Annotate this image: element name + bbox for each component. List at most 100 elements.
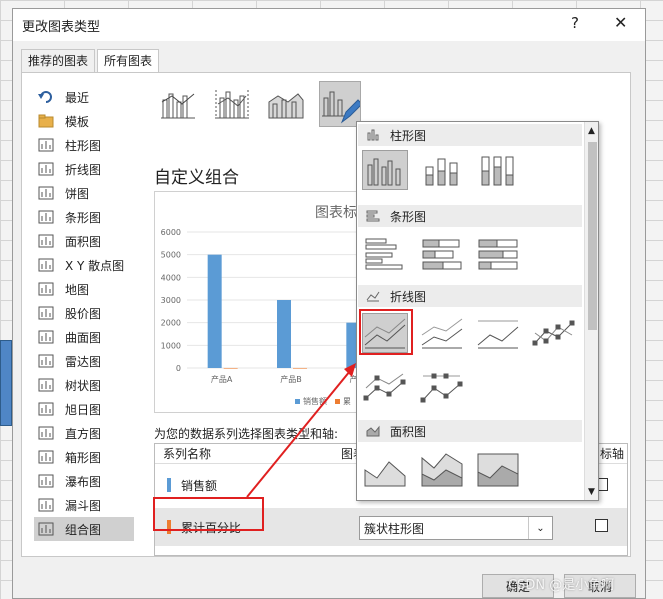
sidebar-item-label: 柱形图 bbox=[65, 138, 102, 153]
percent-stacked-bar-thumb[interactable] bbox=[475, 234, 521, 274]
column-chart-icon bbox=[367, 129, 379, 141]
histogram-chart-icon bbox=[37, 425, 55, 441]
series-name: 销售额 bbox=[181, 478, 218, 493]
sidebar-item-sunburst-chart[interactable]: 旭日图 bbox=[34, 397, 134, 421]
sidebar-item-label: 股价图 bbox=[65, 306, 102, 321]
combo-subtype-3[interactable] bbox=[265, 81, 307, 127]
sidebar-item-label: 直方图 bbox=[65, 426, 102, 441]
section-label: 柱形图 bbox=[390, 128, 427, 143]
funnel-chart-icon bbox=[37, 497, 55, 513]
clustered-bar-thumb[interactable] bbox=[362, 234, 408, 274]
sidebar-item-waterfall-chart[interactable]: 瀑布图 bbox=[34, 469, 134, 493]
sidebar-item-surface-chart[interactable]: 曲面图 bbox=[34, 325, 134, 349]
scatter-chart-icon bbox=[37, 257, 55, 273]
sidebar-item-label: 折线图 bbox=[65, 162, 102, 177]
sidebar-item-column-chart[interactable]: 柱形图 bbox=[34, 133, 134, 157]
sidebar-item-bar-chart[interactable]: 条形图 bbox=[34, 205, 134, 229]
sidebar-item-radar-chart[interactable]: 雷达图 bbox=[34, 349, 134, 373]
line-chart-icon bbox=[37, 161, 55, 177]
stacked-area-thumb[interactable] bbox=[419, 450, 465, 490]
sidebar-item-scatter-chart[interactable]: X Y 散点图 bbox=[34, 253, 134, 277]
stacked-column-thumb[interactable] bbox=[419, 150, 465, 190]
boxplot-chart-icon bbox=[37, 449, 55, 465]
percent-stacked-line-icon bbox=[477, 320, 519, 349]
y-tick-label: 4000 bbox=[161, 273, 181, 282]
sidebar-item-stock-chart[interactable]: 股价图 bbox=[34, 301, 134, 325]
close-button[interactable]: ✕ bbox=[614, 13, 627, 32]
combo-subtype-1[interactable] bbox=[157, 81, 199, 127]
chart-type-sidebar: 最近模板柱形图折线图饼图条形图 面积图 X Y 散点图 地图股价图曲面图雷达图树状图旭… bbox=[34, 85, 134, 541]
section-label: 折线图 bbox=[390, 289, 427, 304]
scrollbar-thumb[interactable] bbox=[588, 142, 597, 330]
tab-all-charts[interactable]: 所有图表 bbox=[97, 49, 160, 73]
clustered-column-line-icon bbox=[161, 93, 195, 119]
sidebar-item-label: 模板 bbox=[65, 114, 90, 129]
combo-subtype-custom[interactable] bbox=[319, 81, 361, 127]
bar-chart-icon bbox=[366, 210, 380, 222]
sidebar-item-histogram-chart[interactable]: 直方图 bbox=[34, 421, 134, 445]
area-chart-icon bbox=[37, 233, 55, 249]
sidebar-item-map-chart[interactable]: 地图 bbox=[34, 277, 134, 301]
y-tick-label: 3000 bbox=[161, 296, 181, 305]
scroll-down-icon[interactable]: ▼ bbox=[588, 487, 595, 497]
chevron-down-icon[interactable]: ⌄ bbox=[528, 517, 552, 539]
line-markers-icon bbox=[532, 320, 575, 346]
stacked-bar-icon bbox=[422, 239, 462, 270]
sidebar-item-combo-chart[interactable]: 组合图 bbox=[34, 517, 134, 541]
dropdown-value: 簇状柱形图 bbox=[364, 521, 425, 536]
sidebar-item-funnel-chart[interactable]: 漏斗图 bbox=[34, 493, 134, 517]
scroll-up-icon[interactable]: ▲ bbox=[588, 126, 595, 136]
tab-recommended[interactable]: 推荐的图表 bbox=[21, 49, 96, 72]
sidebar-item-label: 瀑布图 bbox=[65, 474, 102, 489]
area-thumb[interactable] bbox=[362, 450, 408, 490]
section-bar: 条形图 bbox=[358, 205, 582, 227]
legend-label: 累 bbox=[343, 397, 351, 406]
y-tick-label: 0 bbox=[176, 364, 181, 373]
bar-cumulative bbox=[293, 367, 307, 369]
bar-sales bbox=[207, 254, 222, 368]
legend-swatch bbox=[295, 399, 300, 404]
sidebar-item-label: 最近 bbox=[65, 90, 90, 105]
percent-line-markers-thumb[interactable] bbox=[419, 368, 465, 408]
help-button[interactable]: ? bbox=[571, 14, 579, 32]
sidebar-item-label: 雷达图 bbox=[65, 354, 102, 369]
gallery-scrollbar[interactable]: ▲ ▼ bbox=[584, 122, 598, 500]
series-prompt: 为您的数据系列选择图表类型和轴: bbox=[154, 427, 339, 441]
y-tick-label: 1000 bbox=[161, 341, 181, 350]
sidebar-item-boxplot-chart[interactable]: 箱形图 bbox=[34, 445, 134, 469]
stacked-line-markers-thumb[interactable] bbox=[362, 368, 408, 408]
highlight-box-series bbox=[153, 497, 264, 531]
line-markers-thumb[interactable] bbox=[531, 313, 577, 353]
percent-stacked-area-thumb[interactable] bbox=[475, 450, 521, 490]
bar-sales bbox=[277, 300, 291, 368]
stacked-line-markers-icon bbox=[363, 373, 406, 401]
bar-cumulative bbox=[223, 367, 238, 369]
clustered-column-thumb[interactable] bbox=[362, 150, 408, 190]
sidebar-item-area-chart[interactable]: 面积图 bbox=[34, 229, 134, 253]
stacked-bar-thumb[interactable] bbox=[419, 234, 465, 274]
percent-stacked-bar-icon bbox=[478, 239, 518, 270]
treemap-chart-icon bbox=[37, 377, 55, 393]
combo-heading: 自定义组合 bbox=[154, 168, 239, 188]
chart-type-dropdown[interactable]: 簇状柱形图 ⌄ bbox=[359, 516, 553, 540]
percent-line-markers-icon bbox=[420, 373, 463, 403]
dialog-title: 更改图表类型 bbox=[22, 19, 101, 35]
series-color-swatch bbox=[167, 478, 171, 492]
secondary-axis-checkbox[interactable] bbox=[595, 519, 608, 532]
sidebar-item-line-chart[interactable]: 折线图 bbox=[34, 157, 134, 181]
header-axis: 标轴 bbox=[600, 447, 625, 461]
combo-subtype-2[interactable] bbox=[211, 81, 253, 127]
percent-stacked-line-thumb[interactable] bbox=[475, 313, 521, 353]
percent-stacked-column-thumb[interactable] bbox=[475, 150, 521, 190]
sidebar-item-pie-chart[interactable]: 饼图 bbox=[34, 181, 134, 205]
sidebar-item-label: 饼图 bbox=[65, 186, 90, 201]
combo-chart-icon bbox=[37, 521, 55, 537]
sidebar-item-label: 漏斗图 bbox=[65, 498, 102, 513]
sidebar-item-undo[interactable]: 最近 bbox=[34, 85, 134, 109]
sidebar-item-treemap-chart[interactable]: 树状图 bbox=[34, 373, 134, 397]
highlight-box-line bbox=[359, 309, 413, 355]
sidebar-item-folder[interactable]: 模板 bbox=[34, 109, 134, 133]
stacked-line-thumb[interactable] bbox=[419, 313, 465, 353]
sidebar-item-label: 曲面图 bbox=[65, 330, 102, 345]
custom-combo-pencil-icon bbox=[322, 91, 360, 124]
